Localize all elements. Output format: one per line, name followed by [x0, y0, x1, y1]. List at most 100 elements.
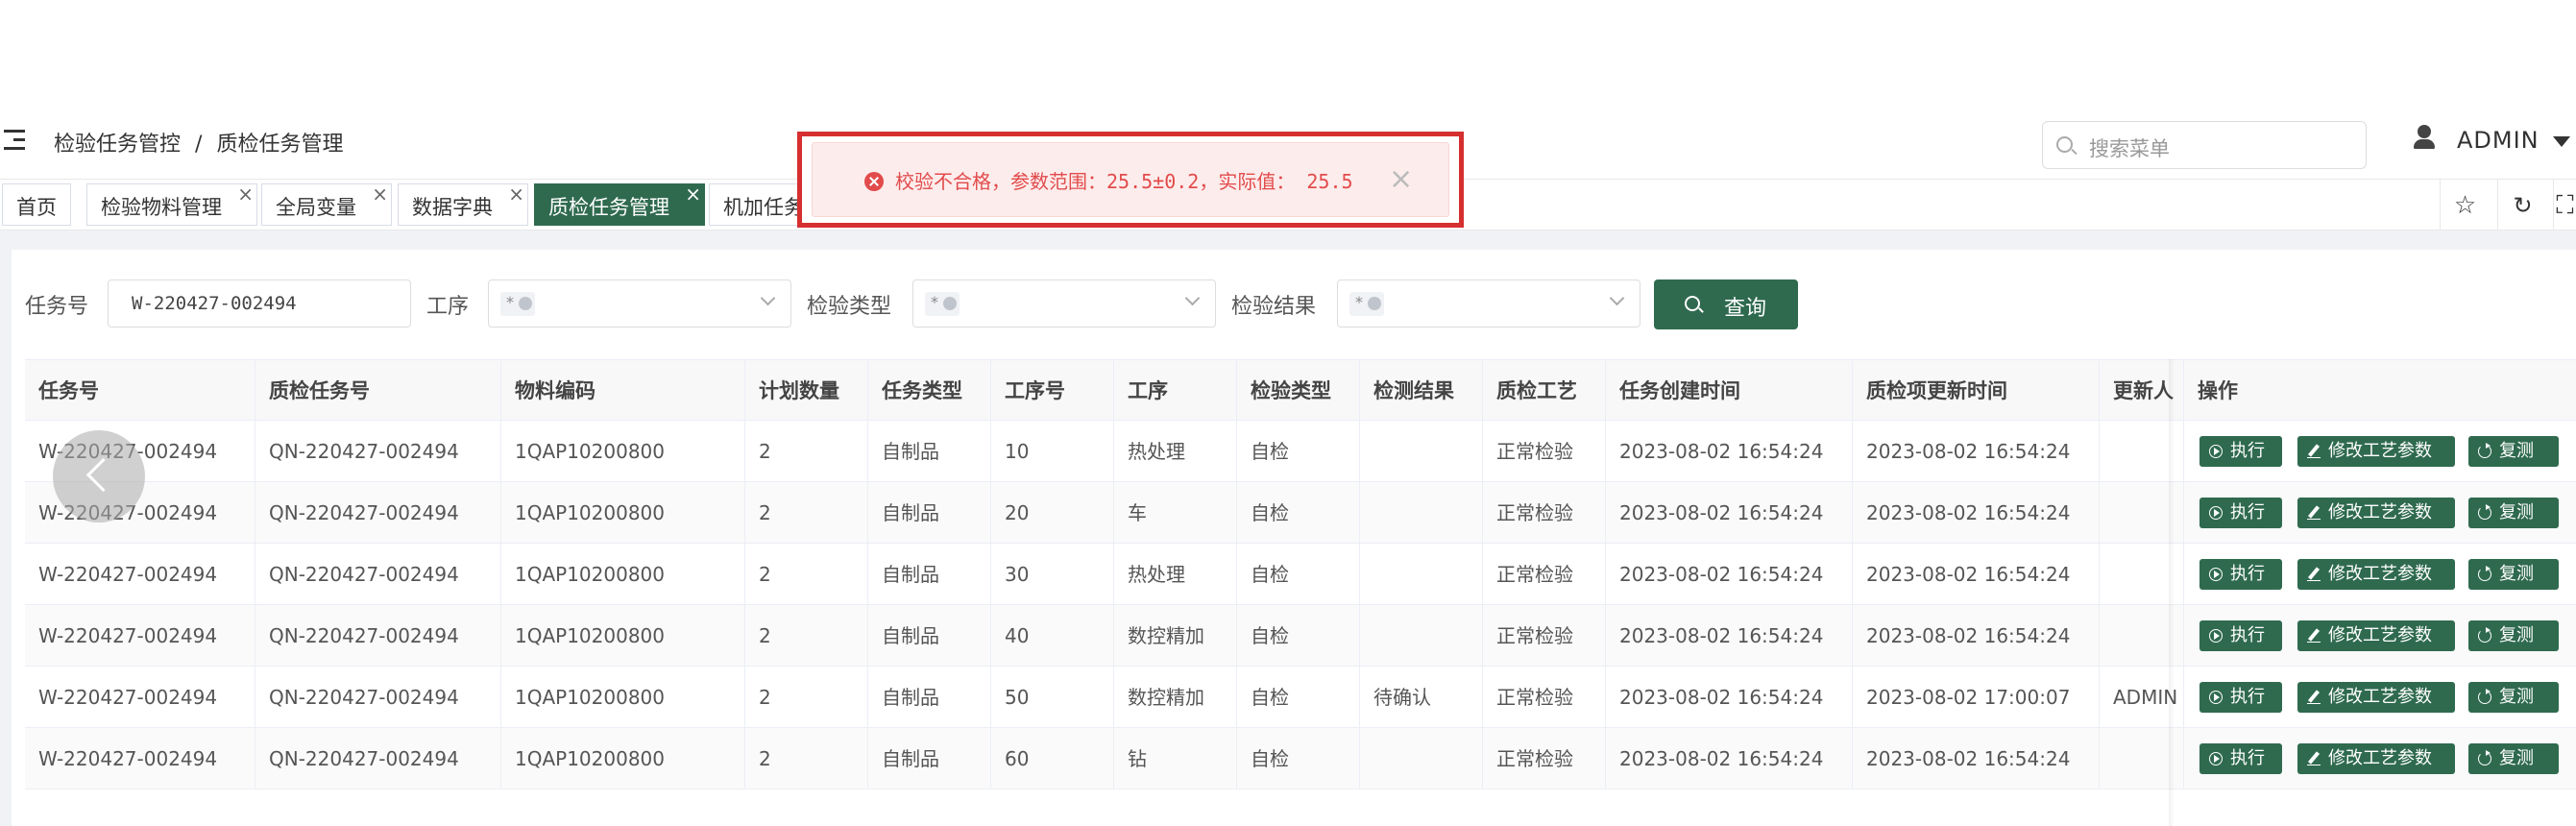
- tab-home[interactable]: 首页: [2, 183, 71, 226]
- close-icon[interactable]: ×: [1389, 162, 1413, 196]
- table-cell: QN-220427-002494: [255, 667, 501, 728]
- table-cell: 自制品: [868, 605, 991, 667]
- execute-label: 执行: [2230, 687, 2265, 707]
- close-icon[interactable]: ×: [508, 182, 524, 206]
- fullscreen-icon[interactable]: ⛶: [2553, 180, 2576, 231]
- play-circle-icon: [2209, 691, 2223, 704]
- table-cell: [1360, 482, 1483, 544]
- process-label: 工序: [426, 295, 470, 319]
- retest-button[interactable]: 复测: [2468, 436, 2559, 467]
- table-cell: 2023-08-02 16:54:24: [1606, 482, 1853, 544]
- retest-label: 复测: [2499, 748, 2534, 768]
- hamburger-icon[interactable]: [4, 129, 31, 152]
- select-tag: *: [1349, 292, 1384, 316]
- user-name: ADMIN: [2457, 127, 2540, 154]
- tag-close-icon[interactable]: [943, 297, 957, 310]
- query-label: 查询: [1724, 297, 1767, 321]
- inspect-type-label: 检验类型: [807, 295, 892, 319]
- table-cell: 2023-08-02 16:54:24: [1853, 421, 2100, 482]
- row-actions: 执行 修改工艺参数 复测: [2184, 544, 2576, 605]
- play-circle-icon: [2209, 568, 2223, 581]
- table-cell: 自检: [1237, 667, 1360, 728]
- retest-button[interactable]: 复测: [2468, 682, 2559, 713]
- error-message-text: 校验不合格，参数范围：25.5±0.2，实际值： 25.5: [895, 170, 1353, 193]
- execute-button[interactable]: 执行: [2199, 620, 2282, 651]
- edit-params-button[interactable]: 修改工艺参数: [2297, 436, 2455, 467]
- table-cell: 热处理: [1114, 421, 1237, 482]
- inspect-result-select[interactable]: *: [1337, 279, 1640, 328]
- table-cell: 自制品: [868, 482, 991, 544]
- tab-dictionary[interactable]: 数据字典 ×: [398, 182, 528, 226]
- edit-params-button[interactable]: 修改工艺参数: [2297, 682, 2455, 713]
- refresh-icon[interactable]: ↻: [2497, 180, 2547, 231]
- close-icon[interactable]: ×: [237, 182, 254, 206]
- tag-close-icon[interactable]: [519, 297, 532, 310]
- execute-button[interactable]: 执行: [2199, 498, 2282, 528]
- table-cell: 2023-08-02 16:54:24: [1606, 421, 1853, 482]
- execute-button[interactable]: 执行: [2199, 743, 2282, 774]
- query-button[interactable]: 查询: [1654, 279, 1798, 329]
- execute-button[interactable]: 执行: [2199, 559, 2282, 590]
- play-circle-icon: [2209, 506, 2223, 520]
- retest-button[interactable]: 复测: [2468, 620, 2559, 651]
- table-cell: QN-220427-002494: [255, 728, 501, 790]
- breadcrumb-item[interactable]: 检验任务管控: [54, 133, 181, 157]
- table-cell: 10: [991, 421, 1114, 482]
- edit-icon: [2307, 445, 2321, 458]
- tag-close-icon[interactable]: [1368, 297, 1381, 310]
- search-menu-input[interactable]: 搜索菜单: [2042, 121, 2367, 169]
- table-cell: 1QAP10200800: [501, 728, 745, 790]
- edit-params-label: 修改工艺参数: [2328, 748, 2432, 768]
- execute-button[interactable]: 执行: [2199, 682, 2282, 713]
- table-cell: 钻: [1114, 728, 1237, 790]
- retest-label: 复测: [2499, 564, 2534, 584]
- close-icon[interactable]: ×: [372, 182, 388, 206]
- table-cell: QN-220427-002494: [255, 605, 501, 667]
- chevron-down-icon: [760, 290, 776, 306]
- column-header: 操作: [2198, 379, 2238, 402]
- inspect-type-select[interactable]: *: [912, 279, 1216, 328]
- main-content: 任务号 W-220427-002494 工序 * 检验类型 * 检验结果 * 查…: [0, 231, 2576, 826]
- chevron-left-icon[interactable]: [53, 430, 145, 522]
- table-cell: 1QAP10200800: [501, 482, 745, 544]
- edit-params-button[interactable]: 修改工艺参数: [2297, 498, 2455, 528]
- table-cell: 2023-08-02 16:54:24: [1853, 728, 2100, 790]
- edit-icon: [2307, 568, 2321, 581]
- table-row: W-220427-002494QN-220427-0024941QAP10200…: [25, 421, 2576, 482]
- edit-params-button[interactable]: 修改工艺参数: [2297, 559, 2455, 590]
- table-cell: W-220427-002494: [25, 544, 255, 605]
- table-cell: 1QAP10200800: [501, 667, 745, 728]
- column-header: 任务类型: [868, 360, 991, 422]
- refresh-icon: [2478, 443, 2491, 458]
- task-no-value: W-220427-002494: [132, 293, 297, 314]
- tab-qc-task[interactable]: 质检任务管理 ×: [534, 182, 705, 226]
- tab-global-vars[interactable]: 全局变量 ×: [261, 182, 392, 226]
- inspect-result-label: 检验结果: [1231, 295, 1317, 319]
- edit-params-button[interactable]: 修改工艺参数: [2297, 620, 2455, 651]
- tab-material[interactable]: 检验物料管理 ×: [86, 182, 257, 226]
- table-cell: 正常检验: [1483, 421, 1606, 482]
- execute-label: 执行: [2230, 564, 2265, 584]
- edit-params-button[interactable]: 修改工艺参数: [2297, 743, 2455, 774]
- table-cell: 自检: [1237, 544, 1360, 605]
- table-cell: 车: [1114, 482, 1237, 544]
- execute-button[interactable]: 执行: [2199, 436, 2282, 467]
- column-header: 工序号: [991, 360, 1114, 422]
- table-cell: 2: [745, 605, 868, 667]
- column-header: 物料编码: [501, 360, 745, 422]
- retest-button[interactable]: 复测: [2468, 743, 2559, 774]
- execute-label: 执行: [2230, 441, 2265, 461]
- column-header: 计划数量: [745, 360, 868, 422]
- process-select[interactable]: *: [488, 279, 791, 328]
- star-icon[interactable]: ☆: [2440, 180, 2490, 231]
- close-icon[interactable]: ×: [685, 182, 701, 206]
- table-cell: [1360, 728, 1483, 790]
- table-cell: 2: [745, 421, 868, 482]
- task-no-input[interactable]: W-220427-002494: [108, 279, 411, 328]
- retest-button[interactable]: 复测: [2468, 498, 2559, 528]
- retest-label: 复测: [2499, 441, 2534, 461]
- retest-button[interactable]: 复测: [2468, 559, 2559, 590]
- tab-label: 全局变量: [276, 196, 356, 219]
- column-header: 检测结果: [1360, 360, 1483, 422]
- search-icon: [1685, 296, 1700, 311]
